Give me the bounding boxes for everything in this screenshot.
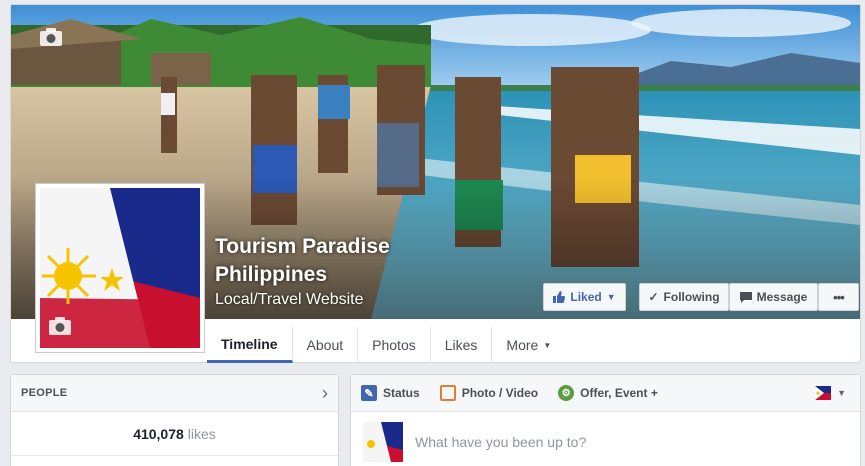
- flag-avatar: [363, 422, 403, 462]
- message-button[interactable]: Message: [729, 283, 818, 311]
- tab-label: Likes: [444, 337, 478, 353]
- photo-video-label: Photo / Video: [461, 386, 539, 400]
- offer-event-label: Offer, Event +: [580, 386, 658, 400]
- tab-label: More: [506, 337, 539, 353]
- tab-timeline[interactable]: Timeline: [207, 327, 293, 363]
- page-tabs: Timeline About Photos Likes More ▼: [207, 327, 565, 363]
- chevron-right-icon[interactable]: ›: [322, 383, 328, 404]
- page-title[interactable]: Tourism Paradise Philippines: [215, 233, 455, 289]
- composer-tabs: ✎ Status Photo / Video ⚙ Offer, Event + …: [351, 375, 860, 412]
- page-header-card: Tourism Paradise Philippines Local/Trave…: [10, 4, 861, 363]
- tab-photos[interactable]: Photos: [358, 327, 431, 363]
- status-input[interactable]: What have you been up to?: [415, 434, 586, 450]
- photo-icon: [439, 385, 456, 401]
- pencil-icon: ✎: [361, 385, 377, 401]
- thumbs-up-icon: [553, 291, 566, 303]
- composer-body: What have you been up to?: [351, 412, 860, 466]
- profile-picture[interactable]: [35, 183, 205, 353]
- page-category[interactable]: Local/Travel Website: [215, 291, 364, 309]
- people-title: PEOPLE: [21, 387, 68, 399]
- liked-label: Liked: [570, 290, 602, 304]
- people-panel: PEOPLE › 410,078 likes: [10, 374, 339, 466]
- composer-panel: ✎ Status Photo / Video ⚙ Offer, Event + …: [350, 374, 861, 466]
- more-button[interactable]: •••: [818, 283, 859, 311]
- likes-label: likes: [187, 425, 216, 442]
- status-tab[interactable]: ✎ Status: [361, 385, 420, 401]
- offer-icon: ⚙: [558, 385, 575, 401]
- chevron-down-icon: ▼: [837, 388, 846, 398]
- offer-event-tab[interactable]: ⚙ Offer, Event +: [558, 385, 658, 401]
- tab-label: Timeline: [221, 335, 278, 352]
- post-as-selector[interactable]: ▼: [815, 386, 846, 400]
- more-icon: •••: [833, 289, 845, 305]
- following-label: Following: [663, 290, 720, 304]
- tab-more[interactable]: More ▼: [492, 327, 565, 363]
- tab-about[interactable]: About: [293, 327, 359, 363]
- tab-label: About: [306, 337, 344, 353]
- caret-down-icon: ▼: [543, 340, 552, 350]
- people-header[interactable]: PEOPLE ›: [11, 375, 338, 412]
- camera-icon[interactable]: [48, 316, 72, 336]
- photo-video-tab[interactable]: Photo / Video: [439, 385, 539, 401]
- chevron-down-icon: ▼: [606, 292, 616, 302]
- tab-likes[interactable]: Likes: [431, 327, 493, 363]
- status-label: Status: [383, 386, 420, 400]
- tab-label: Photos: [372, 337, 416, 353]
- camera-icon[interactable]: [39, 27, 63, 47]
- message-icon: [739, 292, 752, 303]
- message-label: Message: [756, 290, 808, 304]
- liked-button[interactable]: Liked ▼: [543, 283, 626, 311]
- check-icon: ✓: [648, 290, 659, 304]
- following-button[interactable]: ✓ Following: [639, 283, 729, 311]
- avatar: [363, 422, 403, 462]
- likes-count: 410,078: [133, 425, 184, 442]
- flag-icon: [815, 386, 832, 400]
- likes-summary: 410,078 likes: [11, 412, 338, 456]
